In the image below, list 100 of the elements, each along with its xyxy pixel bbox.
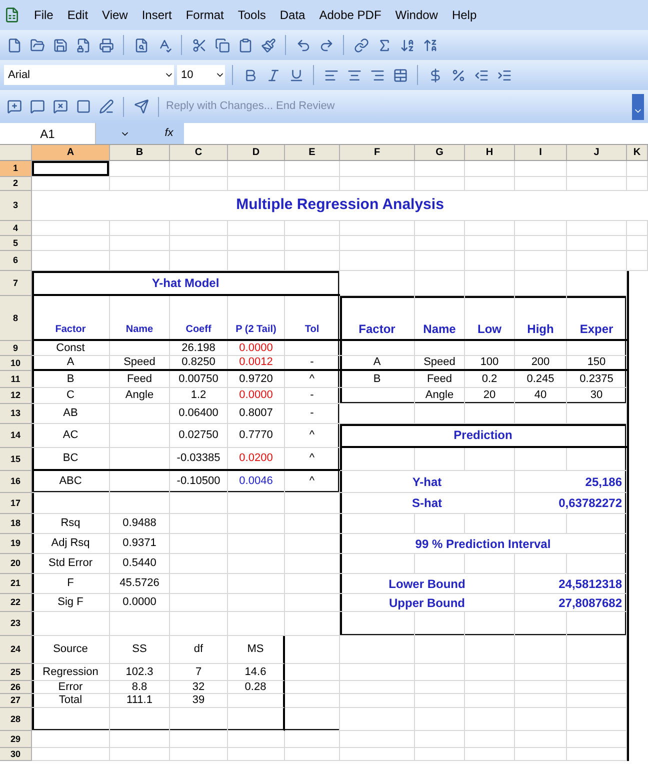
empty-cell bbox=[415, 341, 465, 356]
menu-item[interactable]: Format bbox=[186, 6, 224, 24]
row-header[interactable]: 22 bbox=[0, 594, 32, 612]
table-cell: BC bbox=[32, 448, 110, 469]
row-header[interactable]: 29 bbox=[0, 731, 32, 748]
empty-cell bbox=[228, 236, 285, 251]
empty-cell bbox=[465, 554, 515, 574]
table-cell: -0.03385 bbox=[170, 448, 228, 469]
row-header[interactable]: 21 bbox=[0, 574, 32, 594]
empty-cell bbox=[567, 612, 627, 636]
row-header[interactable]: 27 bbox=[0, 694, 32, 708]
empty-cell bbox=[567, 514, 627, 534]
table-cell: ^ bbox=[285, 371, 340, 388]
empty-cell bbox=[567, 731, 627, 748]
empty-cell bbox=[415, 404, 465, 424]
p-value: 0.0000 bbox=[228, 341, 285, 356]
menu-item[interactable]: File bbox=[34, 6, 54, 24]
empty-cell bbox=[465, 161, 515, 177]
empty-cell bbox=[465, 664, 515, 681]
menu-item[interactable]: Window bbox=[395, 6, 438, 24]
empty-cell bbox=[465, 271, 515, 296]
empty-cell bbox=[285, 594, 340, 612]
menu-item[interactable]: Insert bbox=[142, 6, 172, 24]
empty-cell bbox=[515, 404, 567, 424]
row-header[interactable]: 10 bbox=[0, 356, 32, 371]
empty-cell bbox=[170, 731, 228, 748]
p-value: 0.9720 bbox=[228, 371, 285, 388]
row-header[interactable]: 7 bbox=[0, 271, 32, 296]
row-header[interactable]: 25 bbox=[0, 664, 32, 681]
empty-cell bbox=[228, 694, 285, 708]
row-header[interactable]: 30 bbox=[0, 748, 32, 761]
empty-cell bbox=[415, 681, 465, 694]
empty-cell bbox=[285, 636, 340, 664]
sheet-title: Multiple Regression Analysis bbox=[236, 195, 444, 216]
empty-cell bbox=[465, 251, 515, 271]
empty-cell bbox=[110, 341, 170, 356]
empty-cell bbox=[567, 554, 627, 574]
empty-cell bbox=[228, 708, 285, 731]
row-header[interactable]: 16 bbox=[0, 471, 32, 493]
row-header[interactable]: 18 bbox=[0, 514, 32, 534]
row-header[interactable]: 3 bbox=[0, 191, 32, 221]
row-header[interactable]: 1 bbox=[0, 161, 32, 177]
menu-item[interactable]: Tools bbox=[238, 6, 266, 24]
empty-cell bbox=[515, 708, 567, 731]
row-header[interactable]: 12 bbox=[0, 388, 32, 404]
p-value: 0.0046 bbox=[228, 471, 285, 493]
empty-cell bbox=[285, 514, 340, 534]
empty-cell bbox=[415, 748, 465, 761]
row-header[interactable]: 15 bbox=[0, 448, 32, 471]
row-header[interactable]: 6 bbox=[0, 251, 32, 271]
row-header[interactable]: 11 bbox=[0, 371, 32, 388]
row-header[interactable]: 24 bbox=[0, 636, 32, 664]
toolbar-options-button[interactable] bbox=[632, 94, 644, 120]
empty-cell bbox=[465, 404, 515, 424]
empty-cell bbox=[228, 493, 285, 514]
column-header[interactable]: A bbox=[32, 145, 110, 160]
row-header[interactable]: 28 bbox=[0, 708, 32, 731]
table-cell: Regression bbox=[32, 664, 110, 681]
row-header[interactable]: 23 bbox=[0, 612, 32, 636]
font-size-field[interactable]: 10 bbox=[177, 65, 225, 85]
empty-cell bbox=[465, 514, 515, 534]
menu-item[interactable]: Adobe PDF bbox=[319, 6, 382, 24]
empty-cell bbox=[228, 177, 285, 191]
row-header[interactable]: 14 bbox=[0, 424, 32, 448]
table-cell: 0,63782272 bbox=[515, 493, 627, 514]
row-header[interactable]: 19 bbox=[0, 534, 32, 554]
menu-item[interactable]: Help bbox=[452, 6, 477, 24]
p-value: 0.0200 bbox=[228, 448, 285, 469]
empty-cell bbox=[110, 424, 170, 448]
row-header[interactable]: 17 bbox=[0, 493, 32, 514]
empty-cell bbox=[285, 694, 340, 708]
row-header[interactable]: 9 bbox=[0, 341, 32, 356]
empty-cell bbox=[170, 594, 228, 612]
empty-cell bbox=[110, 748, 170, 761]
empty-cell bbox=[170, 574, 228, 594]
row-header[interactable]: 4 bbox=[0, 221, 32, 236]
empty-cell bbox=[170, 708, 228, 731]
menu-item[interactable]: Edit bbox=[67, 6, 88, 24]
menu-item[interactable]: View bbox=[102, 6, 128, 24]
row-header[interactable]: 13 bbox=[0, 404, 32, 424]
table-cell: S-hat bbox=[340, 493, 515, 514]
table-cell: Speed bbox=[415, 356, 465, 369]
empty-cell bbox=[415, 694, 465, 708]
font-field[interactable]: Arial bbox=[4, 65, 174, 85]
table-cell: 26.198 bbox=[170, 341, 228, 356]
table-cell: ^ bbox=[285, 471, 340, 493]
table-cell: 102.3 bbox=[110, 664, 170, 681]
table-cell: Feed bbox=[110, 371, 170, 388]
row-header[interactable]: 8 bbox=[0, 296, 32, 341]
menu-item[interactable]: Data bbox=[280, 6, 306, 24]
row-header[interactable]: 5 bbox=[0, 236, 32, 251]
row-header[interactable]: 20 bbox=[0, 554, 32, 574]
empty-cell bbox=[110, 251, 170, 271]
row-header[interactable]: 2 bbox=[0, 177, 32, 191]
table-cell: 0.245 bbox=[515, 371, 567, 388]
table-cell: 99 % Prediction Interval bbox=[340, 534, 627, 554]
table-cell: Feed bbox=[415, 371, 465, 388]
table-cell: Lower Bound bbox=[340, 574, 515, 594]
empty-cell bbox=[627, 177, 648, 191]
row-header[interactable]: 26 bbox=[0, 681, 32, 694]
